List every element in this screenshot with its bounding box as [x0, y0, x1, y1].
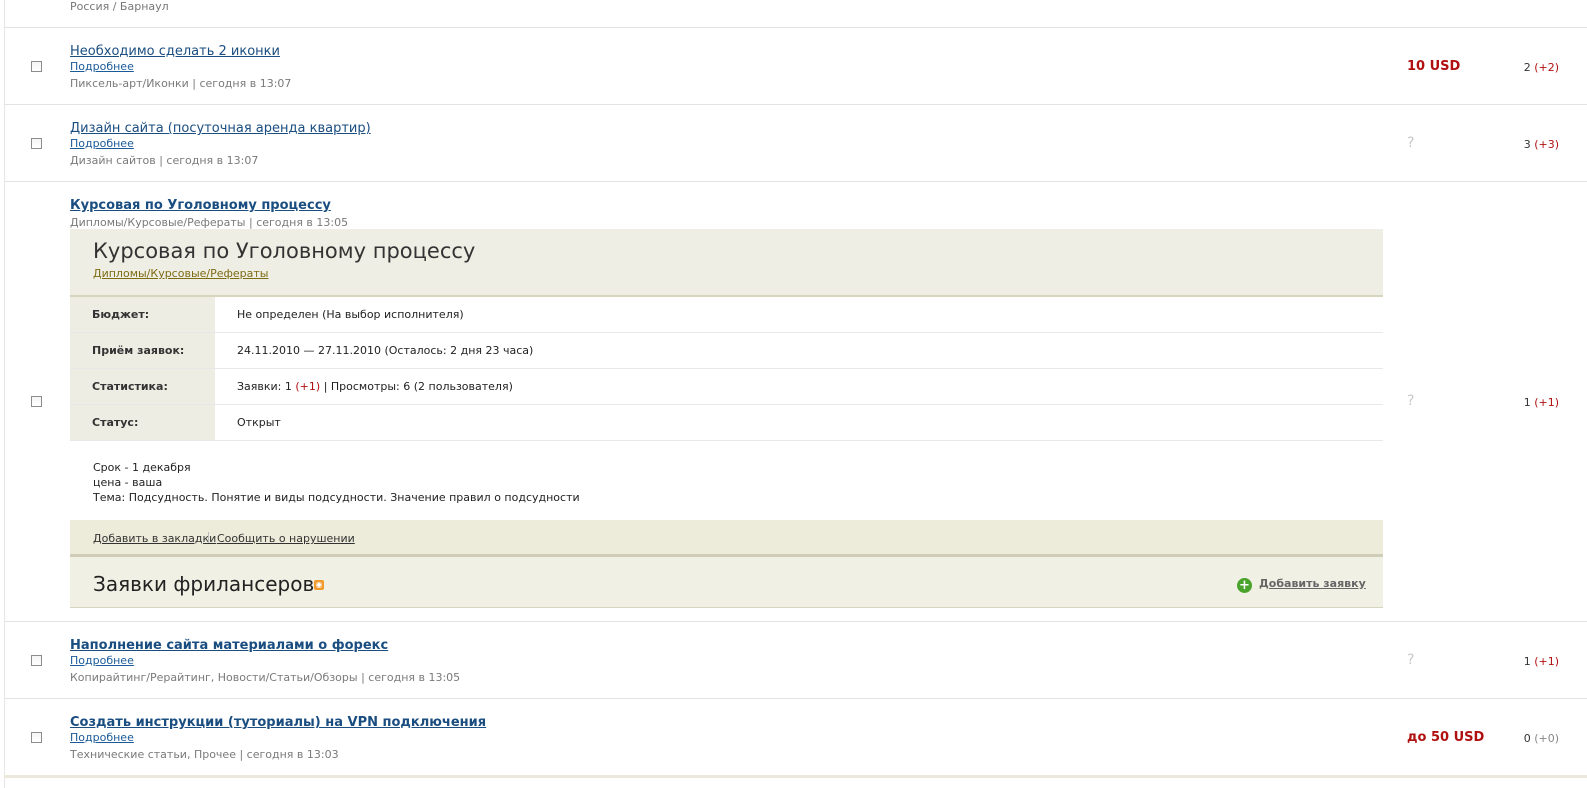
left-border [4, 0, 5, 788]
project-checkbox[interactable] [31, 61, 42, 72]
offers-delta: (+1) [1534, 655, 1559, 668]
details-link[interactable]: Подробнее [70, 137, 134, 150]
budget-unknown: ? [1407, 652, 1415, 668]
description-line: Срок - 1 декабря [93, 461, 191, 474]
divider [208, 532, 209, 543]
offers-count: 3 (+3) [1524, 138, 1559, 151]
row-divider [4, 698, 1587, 699]
detail-row-stats: Статистика: Заявки: 1 (+1) | Просмотры: … [70, 369, 1383, 405]
offers-delta: (+1) [1534, 396, 1559, 409]
detail-label: Статистика: [70, 369, 215, 404]
plus-icon[interactable]: + [1237, 578, 1252, 593]
row-divider [4, 27, 1587, 28]
report-violation-link[interactable]: Сообщить о нарушении [217, 532, 355, 545]
detail-value: Не определен (На выбор исполнителя) [237, 308, 464, 321]
offers-number: 0 [1523, 732, 1531, 745]
project-checkbox[interactable] [31, 655, 42, 666]
detail-row-status: Статус: Открыт [70, 405, 1383, 441]
details-link[interactable]: Подробнее [70, 60, 134, 73]
project-title-link[interactable]: Курсовая по Уголовному процессу [70, 198, 331, 213]
detail-actions-bar: Добавить в закладки Сообщить о нарушении [70, 520, 1383, 557]
row-divider [4, 104, 1587, 105]
detail-row-budget: Бюджет: Не определен (На выбор исполните… [70, 297, 1383, 333]
row-divider [4, 775, 1587, 778]
detail-label: Бюджет: [70, 297, 215, 332]
add-application-link[interactable]: Добавить заявку [1259, 577, 1366, 590]
project-checkbox[interactable] [31, 396, 42, 407]
offers-delta: (+0) [1534, 732, 1559, 745]
detail-value: 24.11.2010 — 27.11.2010 (Осталось: 2 дня… [237, 344, 534, 357]
project-meta: Пиксель-арт/Иконки | сегодня в 13:07 [70, 77, 292, 90]
row-divider [4, 621, 1587, 622]
stats-applications: Заявки: 1 [237, 380, 296, 393]
detail-row-dates: Приём заявок: 24.11.2010 — 27.11.2010 (О… [70, 333, 1383, 369]
offers-count: 1 (+1) [1524, 396, 1559, 409]
detail-header: Курсовая по Уголовному процессу Дипломы/… [70, 229, 1383, 297]
project-title-link[interactable]: Дизайн сайта (посуточная аренда квартир) [70, 121, 371, 136]
applications-header: Заявки фрилансеров ◉ + Добавить заявку [70, 557, 1383, 608]
project-title-link[interactable]: Наполнение сайта материалами о форекс [70, 638, 388, 653]
offers-count: 1 (+1) [1524, 655, 1559, 668]
budget-unknown: ? [1407, 135, 1415, 151]
project-meta: Дизайн сайтов | сегодня в 13:07 [70, 154, 259, 167]
project-checkbox[interactable] [31, 732, 42, 743]
label-text: Статус: [92, 416, 139, 429]
budget-unknown: ? [1407, 393, 1415, 409]
detail-value: Открыт [237, 416, 281, 429]
project-detail-panel: Курсовая по Уголовному процессу Дипломы/… [70, 229, 1383, 608]
project-description: Срок - 1 декабря цена - ваша Тема: Подсу… [70, 441, 1383, 520]
description-line: цена - ваша [93, 476, 163, 489]
project-title-link[interactable]: Необходимо сделать 2 иконки [70, 44, 280, 59]
project-checkbox[interactable] [31, 138, 42, 149]
stats-views: | Просмотры: 6 (2 пользователя) [320, 380, 513, 393]
label-text: Приём заявок: [92, 344, 185, 357]
label-text: Статистика: [92, 380, 168, 393]
detail-value: Заявки: 1 (+1) | Просмотры: 6 (2 пользов… [237, 380, 513, 393]
offers-delta: (+2) [1534, 61, 1559, 74]
details-link[interactable]: Подробнее [70, 731, 134, 744]
project-list-page: Россия / Барнаул Необходимо сделать 2 ик… [0, 0, 1587, 788]
offers-number: 1 [1523, 396, 1531, 409]
rss-icon[interactable]: ◉ [314, 580, 324, 590]
add-bookmark-link[interactable]: Добавить в закладки [93, 532, 216, 545]
project-budget: до 50 USD [1407, 730, 1485, 745]
offers-number: 3 [1523, 138, 1531, 151]
row-divider [4, 181, 1587, 182]
detail-label: Статус: [70, 405, 215, 440]
description-line: Тема: Подсудность. Понятие и виды подсуд… [93, 491, 580, 504]
detail-title: Курсовая по Уголовному процессу [93, 239, 476, 263]
project-meta: Копирайтинг/Рерайтинг, Новости/Статьи/Об… [70, 671, 461, 684]
offers-count: 0 (+0) [1524, 732, 1559, 745]
offers-delta: (+3) [1534, 138, 1559, 151]
detail-category-link[interactable]: Дипломы/Курсовые/Рефераты [93, 267, 269, 280]
detail-label: Приём заявок: [70, 333, 215, 368]
project-budget: 10 USD [1407, 59, 1461, 74]
details-link[interactable]: Подробнее [70, 654, 134, 667]
location-text: Россия / Барнаул [70, 0, 169, 13]
project-title-link[interactable]: Создать инструкции (туториалы) на VPN по… [70, 715, 486, 730]
project-meta: Технические статьи, Прочее | сегодня в 1… [70, 748, 339, 761]
label-text: Бюджет: [92, 308, 150, 321]
offers-count: 2 (+2) [1524, 61, 1559, 74]
offers-number: 1 [1523, 655, 1531, 668]
stats-delta: (+1) [295, 380, 321, 393]
applications-title: Заявки фрилансеров [93, 572, 315, 596]
project-meta: Дипломы/Курсовые/Рефераты | сегодня в 13… [70, 216, 349, 229]
offers-number: 2 [1523, 61, 1531, 74]
